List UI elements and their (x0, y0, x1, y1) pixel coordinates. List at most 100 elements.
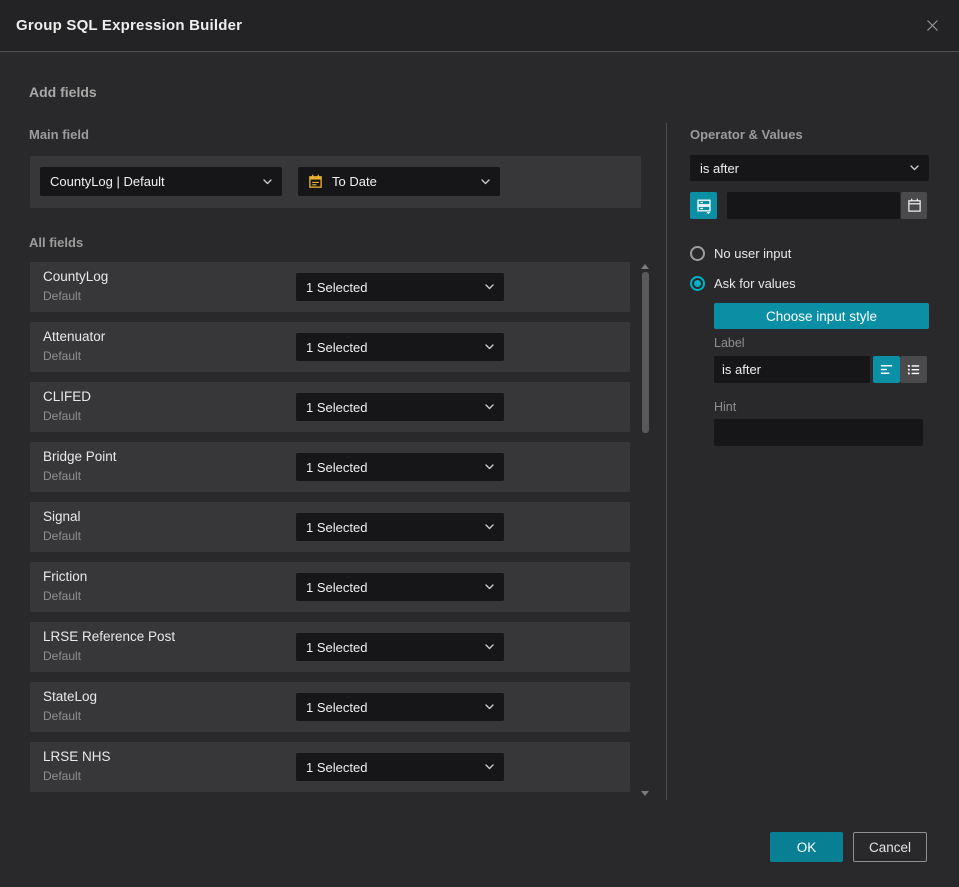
calendar-icon (907, 198, 921, 212)
chevron-down-icon (485, 464, 494, 470)
field-name: LRSE Reference Post (43, 629, 176, 644)
hint-caption: Hint (714, 400, 737, 414)
chevron-down-icon (481, 178, 490, 184)
chevron-down-icon (263, 178, 272, 184)
operator-dropdown[interactable]: is after (690, 155, 929, 181)
radio-label: Ask for values (714, 276, 796, 291)
field-row: Friction Default 1 Selected (30, 562, 630, 612)
all-fields-list: CountyLog Default 1 Selected Attenuator … (30, 262, 630, 802)
field-row: CLIFED Default 1 Selected (30, 382, 630, 432)
field-selection-dropdown[interactable]: 1 Selected (296, 273, 504, 301)
radio-no-user-input[interactable]: No user input (690, 246, 791, 261)
chevron-down-icon (485, 284, 494, 290)
radio-circle-icon[interactable] (690, 246, 705, 261)
field-type: Default (43, 409, 82, 423)
field-selection-dropdown[interactable]: 1 Selected (296, 453, 504, 481)
field-selection-dropdown[interactable]: 1 Selected (296, 573, 504, 601)
field-row: LRSE NHS Default 1 Selected (30, 742, 630, 792)
dialog-title: Group SQL Expression Builder (16, 17, 243, 34)
dialog-header: Group SQL Expression Builder (0, 0, 959, 52)
field-selection-value: 1 Selected (306, 339, 368, 355)
choose-input-style-button[interactable]: Choose input style (714, 303, 929, 329)
main-field-dropdown[interactable]: CountyLog | Default (40, 167, 282, 196)
field-selection-dropdown[interactable]: 1 Selected (296, 393, 504, 421)
field-name: Friction (43, 569, 88, 584)
label-style-align-button[interactable] (873, 356, 900, 383)
unique-values-icon (696, 199, 711, 214)
ok-button[interactable]: OK (770, 832, 843, 862)
chevron-down-icon (485, 584, 494, 590)
field-type: Default (43, 769, 82, 783)
scrollbar-thumb[interactable] (642, 272, 649, 433)
add-fields-heading: Add fields (29, 84, 97, 100)
field-selection-dropdown[interactable]: 1 Selected (296, 753, 504, 781)
hint-input[interactable] (714, 419, 923, 446)
group-sql-expression-builder-dialog: Group SQL Expression Builder Add fields … (0, 0, 959, 887)
date-field-dropdown-value: To Date (332, 174, 377, 189)
field-selection-value: 1 Selected (306, 459, 368, 475)
field-selection-dropdown[interactable]: 1 Selected (296, 633, 504, 661)
all-fields-heading: All fields (29, 235, 84, 250)
field-type: Default (43, 589, 82, 603)
calendar-icon (309, 174, 322, 188)
chevron-down-icon (485, 524, 494, 530)
radio-ask-for-values[interactable]: Ask for values (690, 276, 796, 291)
field-type: Default (43, 529, 82, 543)
field-row: Attenuator Default 1 Selected (30, 322, 630, 372)
field-name: Bridge Point (43, 449, 117, 464)
chevron-down-icon (910, 165, 919, 171)
value-input[interactable] (727, 192, 900, 219)
field-selection-dropdown[interactable]: 1 Selected (296, 693, 504, 721)
radio-circle-icon[interactable] (690, 276, 705, 291)
field-type: Default (43, 649, 82, 663)
main-field-heading: Main field (29, 127, 89, 142)
field-name: CountyLog (43, 269, 109, 284)
field-name: Attenuator (43, 329, 106, 344)
field-selection-value: 1 Selected (306, 639, 368, 655)
cancel-button[interactable]: Cancel (853, 832, 927, 862)
close-button[interactable] (922, 15, 943, 36)
field-selection-value: 1 Selected (306, 699, 368, 715)
field-selection-dropdown[interactable]: 1 Selected (296, 513, 504, 541)
field-selection-dropdown[interactable]: 1 Selected (296, 333, 504, 361)
scrollbar-down-arrow-icon[interactable] (641, 791, 649, 796)
chevron-down-icon (485, 764, 494, 770)
date-field-dropdown[interactable]: To Date (298, 167, 500, 196)
main-field-dropdown-value: CountyLog | Default (50, 174, 165, 189)
value-date-picker-button[interactable] (901, 192, 927, 219)
field-selection-value: 1 Selected (306, 579, 368, 595)
field-row: CountyLog Default 1 Selected (30, 262, 630, 312)
field-row: StateLog Default 1 Selected (30, 682, 630, 732)
field-selection-value: 1 Selected (306, 399, 368, 415)
operator-dropdown-value: is after (700, 160, 740, 176)
chevron-down-icon (485, 344, 494, 350)
field-type: Default (43, 349, 82, 363)
chevron-down-icon (485, 644, 494, 650)
field-row: Bridge Point Default 1 Selected (30, 442, 630, 492)
label-caption: Label (714, 336, 745, 350)
chevron-down-icon (485, 704, 494, 710)
field-name: CLIFED (43, 389, 92, 404)
align-left-icon (880, 365, 893, 374)
field-selection-value: 1 Selected (306, 279, 368, 295)
label-style-list-button[interactable] (900, 356, 927, 383)
scrollbar-up-arrow-icon[interactable] (641, 264, 649, 269)
field-selection-value: 1 Selected (306, 759, 368, 775)
main-field-panel: CountyLog | Default To Date (30, 156, 641, 208)
field-type: Default (43, 709, 82, 723)
list-icon (907, 365, 920, 375)
field-type: Default (43, 289, 82, 303)
field-selection-value: 1 Selected (306, 519, 368, 535)
label-input[interactable] (714, 356, 870, 383)
close-icon (927, 20, 938, 31)
field-name: StateLog (43, 689, 98, 704)
field-name: LRSE NHS (43, 749, 111, 764)
field-row: Signal Default 1 Selected (30, 502, 630, 552)
value-type-button[interactable] (690, 192, 717, 219)
field-row: LRSE Reference Post Default 1 Selected (30, 622, 630, 672)
field-name: Signal (43, 509, 81, 524)
field-type: Default (43, 469, 82, 483)
operator-values-heading: Operator & Values (690, 127, 803, 142)
panel-divider (666, 123, 667, 800)
chevron-down-icon (485, 404, 494, 410)
